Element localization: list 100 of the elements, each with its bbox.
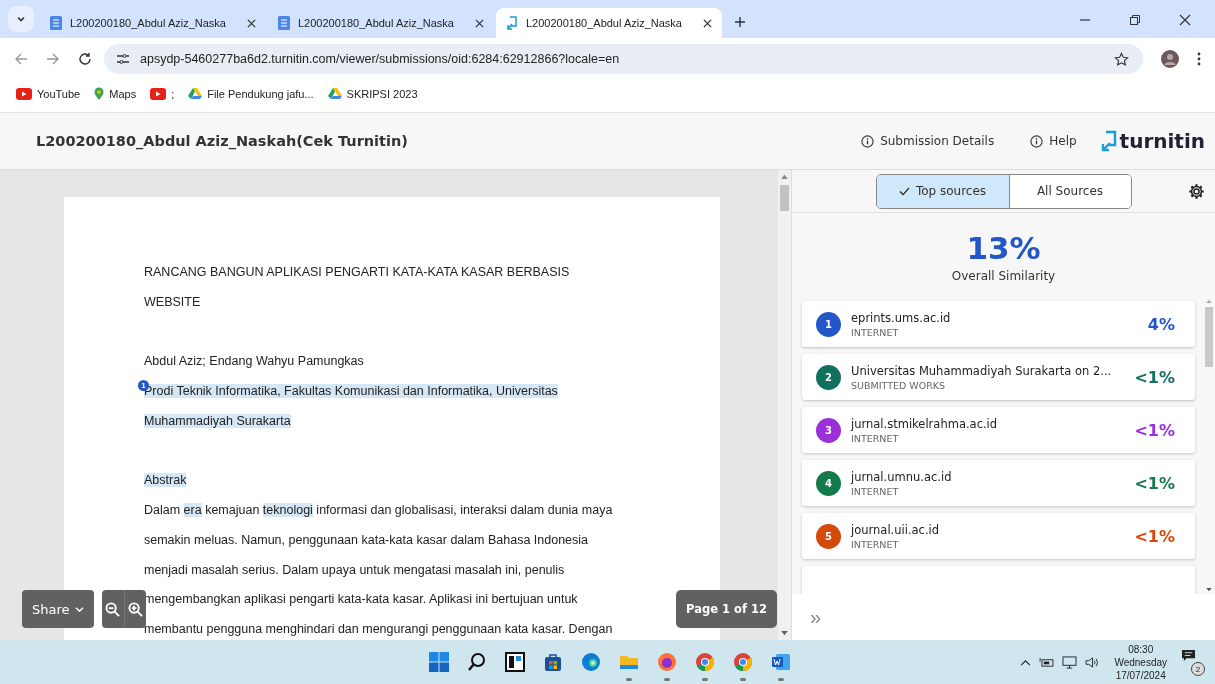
store-bag-icon[interactable]	[543, 652, 564, 672]
site-settings-icon[interactable]	[116, 53, 130, 65]
browser-tab[interactable]: L200200180_Abdul Aziz_Naska	[40, 8, 266, 38]
map-pin-icon	[94, 87, 105, 101]
text-line: menjadi masalah serius. Dalam upaya untuk mengatasi masalah ini, penulis	[144, 562, 565, 577]
similarity-percentage: 13%	[966, 231, 1041, 265]
info-icon	[1030, 134, 1044, 148]
source-percentage: <1%	[1134, 473, 1175, 493]
profile-avatar[interactable]	[1161, 50, 1179, 68]
scroll-up-icon[interactable]	[781, 174, 788, 179]
source-name: Universitas Muhammadiyah Surakarta on 2...	[851, 363, 1113, 378]
search-icon[interactable]	[467, 652, 488, 672]
source-card[interactable]: 2 Universitas Muhammadiyah Surakarta on 2... SUBMITTED WORKS <1%	[802, 354, 1195, 400]
browser-tab[interactable]: L200200180_Abdul Aziz_Naska	[496, 8, 722, 38]
turnitin-icon	[506, 16, 518, 30]
forward-icon[interactable]	[46, 52, 60, 66]
header-link[interactable]: Help	[1030, 134, 1077, 148]
source-card[interactable]: 4 jurnal.umnu.ac.id INTERNET <1%	[802, 460, 1195, 506]
caret-icon	[16, 14, 26, 24]
source-name: jurnal.stmikelrahma.ac.id	[851, 416, 999, 431]
source-percentage: <1%	[1134, 367, 1175, 387]
back-icon[interactable]	[14, 52, 28, 66]
scrollbar-thumb[interactable]	[1205, 307, 1213, 367]
volume-icon[interactable]	[1085, 656, 1101, 668]
play-icon	[150, 88, 167, 100]
zoom-out-icon	[105, 601, 120, 617]
text-line: WEBSITE	[144, 294, 201, 309]
text-line: Abdul Aziz; Endang Wahyu Pamungkas	[144, 354, 364, 369]
clock[interactable]: 08:30 Wednesday 17/07/2024	[1114, 642, 1167, 682]
close-icon[interactable]	[475, 18, 484, 28]
bookmark[interactable]: ;	[150, 88, 175, 100]
source-name: journal.uii.ac.id	[851, 522, 941, 537]
source-type: SUBMITTED WORKS	[851, 379, 946, 391]
document-title: L200200180_Abdul Aziz_Naskah(Cek Turnitin)	[36, 133, 408, 149]
document-icon	[278, 16, 290, 30]
bookmark[interactable]: Maps	[94, 87, 137, 101]
chevron-up-icon[interactable]	[1020, 658, 1032, 666]
scroll-down-icon[interactable]	[1206, 588, 1212, 592]
source-name: jurnal.umnu.ac.id	[851, 469, 953, 484]
source-number-badge: 2	[816, 364, 841, 390]
browser-tab[interactable]: L200200180_Abdul Aziz_Naska	[268, 8, 494, 38]
source-number-badge: 4	[816, 470, 841, 496]
source-filter-tab[interactable]: Top sources	[876, 174, 1010, 208]
turnitin-logo: turnitin	[1100, 129, 1205, 153]
bookmark[interactable]: File Pendukung jafu...	[188, 88, 314, 100]
checkmark-icon	[898, 186, 910, 196]
bookmark[interactable]: YouTube	[16, 88, 81, 100]
share-button[interactable]: Share	[22, 590, 94, 628]
new-tab-icon[interactable]	[734, 16, 746, 28]
scroll-down-icon[interactable]	[781, 631, 788, 636]
source-name: eprints.ums.ac.id	[851, 310, 952, 325]
triangle-icon	[188, 88, 203, 100]
firefox-icon[interactable]	[657, 652, 678, 672]
source-type: INTERNET	[851, 326, 900, 338]
zoom-in-button[interactable]	[123, 590, 146, 628]
source-card[interactable]: 1 eprints.ums.ac.id INTERNET 4%	[802, 301, 1195, 347]
triangle-icon	[327, 88, 342, 100]
source-card[interactable]: 5 journal.uii.ac.id INTERNET <1%	[802, 513, 1195, 559]
text-line: membantu pengguna menghindari dan mengurangi penggunaan kata kasar. Dengan	[144, 621, 613, 636]
text-line: Dalam era kemajuan teknologi informasi dan globalisasi, interaksi dalam dunia maya	[144, 503, 613, 518]
play-icon	[16, 88, 32, 100]
source-filter-tab[interactable]: All Sources	[1009, 174, 1131, 208]
close-icon[interactable]	[247, 18, 256, 28]
header-link[interactable]: Submission Details	[861, 134, 995, 148]
chrome-icon[interactable]	[695, 652, 716, 672]
address-field[interactable]: apsydp-5460277ba6d2.turnitin.com/viewer/submissions/oid:6284:62912866?locale=en	[104, 44, 1143, 74]
document-icon	[50, 16, 62, 30]
edge-icon[interactable]	[581, 652, 602, 672]
expand-panel-button[interactable]: »	[810, 605, 822, 629]
caret-icon	[74, 605, 84, 613]
message-icon	[1181, 649, 1196, 662]
word-icon[interactable]	[771, 652, 792, 672]
source-percentage: <1%	[1134, 420, 1175, 440]
chrome-icon[interactable]	[733, 652, 754, 672]
text-line: mengembangkan aplikasi pengarti kata-kata kasar. Aplikasi ini bertujuan untuk	[144, 592, 578, 607]
close-icon[interactable]	[1179, 14, 1191, 26]
text-line: semakin meluas. Namun, penggunaan kata-kata kasar dalam Bahasa Indonesia	[144, 532, 589, 547]
source-number-badge: 5	[816, 523, 841, 549]
star-icon[interactable]	[1114, 51, 1129, 67]
close-icon[interactable]	[703, 18, 712, 28]
text-line: RANCANG BANGUN APLIKASI PENGARTI KATA-KATA KASAR BERBASIS	[144, 265, 570, 279]
source-type: INTERNET	[851, 432, 900, 444]
widgets-icon[interactable]	[505, 652, 526, 672]
restore-icon[interactable]	[1129, 14, 1141, 26]
reload-icon[interactable]	[78, 52, 92, 66]
battery-icon[interactable]	[1039, 656, 1055, 668]
zoom-in-icon	[127, 601, 143, 617]
scrollbar-thumb[interactable]	[780, 185, 789, 211]
notifications-button[interactable]: 2	[1181, 648, 1205, 676]
info-icon	[861, 134, 875, 148]
menu-icon[interactable]	[1197, 52, 1201, 66]
network-icon[interactable]	[1062, 655, 1078, 669]
windows-start-icon[interactable]	[429, 652, 450, 672]
bookmark[interactable]: SKRIPSI 2023	[327, 88, 418, 100]
source-type: INTERNET	[851, 538, 900, 550]
source-type: INTERNET	[851, 485, 900, 497]
settings-icon[interactable]	[1188, 182, 1205, 200]
source-card[interactable]: 3 jurnal.stmikelrahma.ac.id INTERNET <1%	[802, 407, 1195, 453]
source-percentage: <1%	[1134, 526, 1175, 546]
source-number-badge: 3	[816, 417, 841, 443]
